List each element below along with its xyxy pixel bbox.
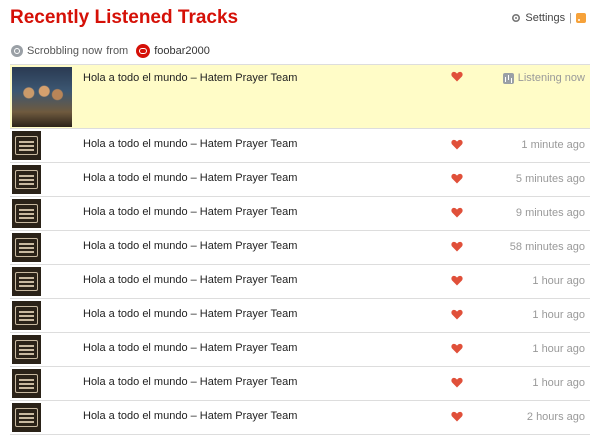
timestamp: 5 minutes ago	[515, 173, 585, 185]
header-links: Settings |	[511, 12, 586, 24]
track-list: Hola a todo el mundo – Hatem Prayer Team…	[10, 64, 590, 435]
album-art[interactable]	[12, 131, 41, 160]
heart-icon[interactable]	[451, 71, 463, 82]
track-row[interactable]: Hola a todo el mundo – Hatem Prayer Team…	[10, 367, 590, 401]
album-art[interactable]	[12, 199, 41, 228]
foobar2000-icon	[136, 44, 151, 58]
heart-icon[interactable]	[451, 411, 463, 422]
album-art-image	[15, 136, 38, 155]
album-art[interactable]	[12, 403, 41, 432]
album-art-image	[15, 306, 38, 325]
album-art-image	[15, 374, 38, 393]
timestamp: 1 hour ago	[532, 275, 585, 287]
track-row[interactable]: Hola a todo el mundo – Hatem Prayer Team…	[10, 231, 590, 265]
settings-link[interactable]: Settings	[525, 12, 565, 24]
album-art-image	[15, 272, 38, 291]
timestamp: 1 hour ago	[532, 377, 585, 389]
separator: |	[569, 12, 572, 24]
album-art-image	[15, 340, 38, 359]
timestamp: 2 hours ago	[526, 411, 585, 423]
track-row[interactable]: Hola a todo el mundo – Hatem Prayer Team…	[10, 163, 590, 197]
timestamp: 1 hour ago	[532, 309, 585, 321]
track-title[interactable]: Hola a todo el mundo – Hatem Prayer Team	[83, 342, 297, 354]
album-art[interactable]	[12, 335, 41, 364]
track-title[interactable]: Hola a todo el mundo – Hatem Prayer Team	[83, 138, 297, 150]
equalizer-icon	[502, 72, 514, 84]
heart-icon[interactable]	[451, 139, 463, 150]
track-title[interactable]: Hola a todo el mundo – Hatem Prayer Team	[83, 172, 297, 184]
album-art-image	[15, 170, 38, 189]
heart-icon[interactable]	[451, 343, 463, 354]
track-row[interactable]: Hola a todo el mundo – Hatem Prayer Team…	[10, 197, 590, 231]
heart-icon[interactable]	[451, 207, 463, 218]
album-art[interactable]	[12, 267, 41, 296]
track-row[interactable]: Hola a todo el mundo – Hatem Prayer Team…	[10, 333, 590, 367]
scrobble-status: Scrobbling now from foobar2000	[11, 44, 210, 58]
track-title[interactable]: Hola a todo el mundo – Hatem Prayer Team	[83, 240, 297, 252]
listening-now-text: Listening now	[517, 72, 585, 84]
scrobble-status-text: Scrobbling now	[27, 45, 103, 57]
now-playing-row[interactable]: Hola a todo el mundo – Hatem Prayer Team…	[10, 65, 590, 129]
timestamp: 1 hour ago	[532, 343, 585, 355]
track-row[interactable]: Hola a todo el mundo – Hatem Prayer Team…	[10, 129, 590, 163]
track-row[interactable]: Hola a todo el mundo – Hatem Prayer Team…	[10, 401, 590, 435]
album-art[interactable]	[12, 369, 41, 398]
scrobble-app-name: foobar2000	[154, 45, 210, 57]
rss-icon[interactable]	[576, 13, 586, 23]
scrobble-from-text: from	[106, 45, 129, 57]
heart-icon[interactable]	[451, 275, 463, 286]
album-art-image	[15, 204, 38, 223]
page-title: Recently Listened Tracks	[10, 7, 239, 28]
track-row[interactable]: Hola a todo el mundo – Hatem Prayer Team…	[10, 299, 590, 333]
gear-icon[interactable]	[511, 13, 521, 23]
track-title[interactable]: Hola a todo el mundo – Hatem Prayer Team	[83, 308, 297, 320]
album-art-image	[20, 81, 64, 115]
heart-icon[interactable]	[451, 241, 463, 252]
timestamp: 58 minutes ago	[509, 241, 585, 253]
timestamp: 1 minute ago	[521, 139, 585, 151]
heart-icon[interactable]	[451, 309, 463, 320]
heart-icon[interactable]	[451, 377, 463, 388]
track-title[interactable]: Hola a todo el mundo – Hatem Prayer Team	[83, 206, 297, 218]
track-title[interactable]: Hola a todo el mundo – Hatem Prayer Team	[83, 410, 297, 422]
track-title[interactable]: Hola a todo el mundo – Hatem Prayer Team	[83, 376, 297, 388]
track-title[interactable]: Hola a todo el mundo – Hatem Prayer Team	[83, 274, 297, 286]
album-art[interactable]	[12, 301, 41, 330]
scrobble-icon	[11, 45, 23, 57]
album-art-image	[15, 408, 38, 427]
heart-icon[interactable]	[451, 173, 463, 184]
album-art-image	[15, 238, 38, 257]
timestamp: 9 minutes ago	[515, 207, 585, 219]
listening-now-status: Listening now	[502, 72, 585, 84]
track-title[interactable]: Hola a todo el mundo – Hatem Prayer Team	[83, 72, 297, 84]
album-art[interactable]	[12, 233, 41, 262]
track-row[interactable]: Hola a todo el mundo – Hatem Prayer Team…	[10, 265, 590, 299]
album-art[interactable]	[12, 67, 72, 127]
album-art[interactable]	[12, 165, 41, 194]
